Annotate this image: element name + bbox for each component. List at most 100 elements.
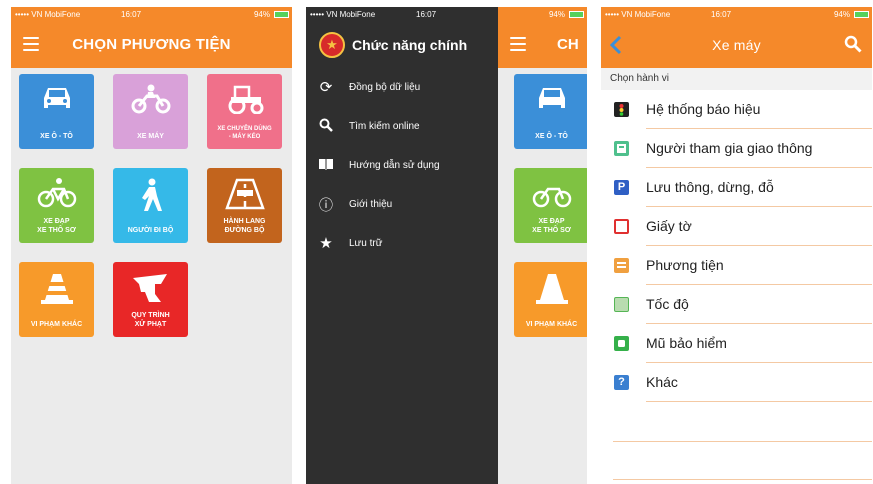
drawer-header: Chức năng chính (306, 22, 498, 68)
tile-car[interactable]: XE Ô - TÔ (514, 74, 587, 149)
tile-penalty-process[interactable]: QUY TRÌNH XỬ PHẠT (113, 262, 188, 337)
tile-road-corridor[interactable]: HÀNH LANG ĐƯỜNG BỘ (207, 168, 282, 243)
side-drawer: ••••• VN MobiFone 16:07 Chức năng chính … (306, 7, 498, 484)
tile-label: XE ĐẠP XE THÔ SƠ (37, 218, 76, 234)
clock: 16:07 (711, 10, 732, 19)
screen-choose-vehicle: ••••• VN MobiFone 16:07 94% CHỌN PHƯƠNG … (11, 7, 292, 484)
tile-label: XE MÁY (137, 133, 164, 140)
list-item[interactable]: Người tham gia giao thông (601, 129, 872, 168)
officer-icon (132, 274, 167, 302)
battery-percent: 94% (833, 10, 850, 19)
carrier-label: ••••• VN MobiFone (15, 10, 81, 19)
menu-item-user-guide[interactable]: Hướng dẫn sử dụng (306, 146, 498, 185)
book-icon (317, 157, 335, 175)
divider (646, 401, 872, 402)
menu-icon[interactable] (510, 37, 526, 51)
motorbike-icon (131, 84, 170, 114)
menu-item-label: Hướng dẫn sử dụng (349, 160, 440, 171)
battery-icon (569, 11, 584, 18)
tile-pedestrian[interactable]: NGƯỜI ĐI BỘ (113, 168, 188, 243)
carrier-label: ••••• VN MobiFone (605, 10, 671, 19)
car-icon (538, 88, 565, 108)
tile-label: XE Ô - TÔ (40, 133, 73, 140)
carrier-label: ••••• VN MobiFone (310, 10, 376, 19)
menu-item-saved[interactable]: ★ Lưu trữ (306, 224, 498, 263)
list-item-label: Khác (646, 374, 678, 390)
content-behind-drawer: 94% CH XE Ô - TÔ XE ĐẠP XE THÔ SƠ VI PHẠ… (498, 7, 587, 484)
status-bar: ••••• VN MobiFone 16:07 94% (11, 7, 292, 22)
tile-label: XE ĐẠP XE THÔ SƠ (532, 218, 571, 234)
tile-label: QUY TRÌNH XỬ PHẠT (131, 312, 170, 328)
person-icon (614, 141, 629, 156)
clock: 16:07 (121, 10, 142, 19)
tile-motorbike[interactable]: XE MÁY (113, 74, 188, 149)
nav-bar: CHỌN PHƯƠNG TIỆN (11, 22, 292, 68)
list-item-label: Hệ thống báo hiệu (646, 101, 761, 117)
police-emblem-icon (319, 32, 345, 58)
sync-icon: ⟳ (319, 79, 333, 96)
status-bar: ••••• VN MobiFone 16:07 (306, 7, 498, 22)
tile-other-violations[interactable]: VI PHẠM KHÁC (514, 262, 587, 337)
list-item-label: Tốc độ (646, 296, 689, 312)
battery-icon (854, 11, 869, 18)
menu-item-label: Tìm kiếm online (349, 121, 420, 132)
menu-item-sync[interactable]: ⟳ Đồng bộ dữ liệu (306, 68, 498, 107)
tile-label: VI PHẠM KHÁC (525, 321, 578, 328)
battery-icon (274, 11, 289, 18)
tile-label: XE Ô - TÔ (535, 133, 568, 140)
menu-item-search-online[interactable]: Tìm kiếm online (306, 107, 498, 146)
tile-other-violations[interactable]: VI PHẠM KHÁC (19, 262, 94, 337)
road-icon (224, 178, 265, 210)
list-item-label: Người tham gia giao thông (646, 140, 813, 156)
status-bar: ••••• VN MobiFone 16:07 94% (601, 7, 872, 22)
list-item[interactable]: Phương tiện (601, 246, 872, 285)
battery-percent: 94% (548, 10, 565, 19)
battery-percent: 94% (253, 10, 270, 19)
menu-item-label: Đồng bộ dữ liệu (349, 82, 421, 93)
status-bar: 94% (498, 7, 587, 22)
tractor-icon (228, 85, 263, 114)
divider (613, 479, 872, 480)
car-icon (43, 88, 70, 108)
screen-main-menu: 94% CH XE Ô - TÔ XE ĐẠP XE THÔ SƠ VI PHẠ… (306, 7, 587, 484)
question-icon: ? (614, 375, 629, 390)
bicycle-icon (532, 187, 571, 208)
tile-car[interactable]: XE Ô - TÔ (19, 74, 94, 149)
list-item[interactable]: P Lưu thông, dừng, đỗ (601, 168, 872, 207)
tile-tractor[interactable]: XE CHUYÊN DÙNG - MÁY KÉO (207, 74, 282, 149)
list-item[interactable]: Hệ thống báo hiệu (601, 90, 872, 129)
tile-label: HÀNH LANG ĐƯỜNG BỘ (223, 218, 266, 234)
page-title: Xe máy (712, 37, 761, 53)
tile-label: NGƯỜI ĐI BỘ (127, 227, 174, 234)
drawer-title: Chức năng chính (352, 37, 468, 53)
list-item[interactable]: ? Khác (601, 363, 872, 402)
cone-icon (535, 274, 568, 304)
tile-bicycle[interactable]: XE ĐẠP XE THÔ SƠ (514, 168, 587, 243)
document-icon (614, 219, 629, 234)
list-item[interactable]: Mũ bảo hiểm (601, 324, 872, 363)
cone-icon (40, 274, 73, 304)
info-icon: ⓘ (319, 197, 333, 213)
tile-label: XE CHUYÊN DÙNG - MÁY KÉO (217, 126, 272, 140)
list-item-label: Giấy tờ (646, 218, 692, 234)
menu-item-label: Giới thiệu (349, 199, 393, 210)
list-item-label: Lưu thông, dừng, đỗ (646, 179, 774, 195)
speed-icon (614, 297, 629, 312)
search-icon (317, 118, 335, 136)
menu-item-about[interactable]: ⓘ Giới thiệu (306, 185, 498, 224)
tile-bicycle[interactable]: XE ĐẠP XE THÔ SƠ (19, 168, 94, 243)
list-item-label: Mũ bảo hiểm (646, 335, 727, 351)
nav-bar: Xe máy (601, 22, 872, 68)
section-header: Chọn hành vi (601, 68, 872, 90)
tile-label: VI PHẠM KHÁC (30, 321, 83, 328)
vehicle-icon (614, 258, 629, 273)
screen-motorbike-violations: ••••• VN MobiFone 16:07 94% Xe máy Chọn … (601, 7, 872, 484)
traffic-light-icon (614, 102, 629, 117)
list-item[interactable]: Tốc độ (601, 285, 872, 324)
clock: 16:07 (416, 10, 437, 19)
list-item-label: Phương tiện (646, 257, 724, 273)
bicycle-icon (37, 178, 76, 208)
list-item[interactable]: Giấy tờ (601, 207, 872, 246)
divider (613, 441, 872, 442)
search-icon[interactable] (844, 35, 862, 53)
